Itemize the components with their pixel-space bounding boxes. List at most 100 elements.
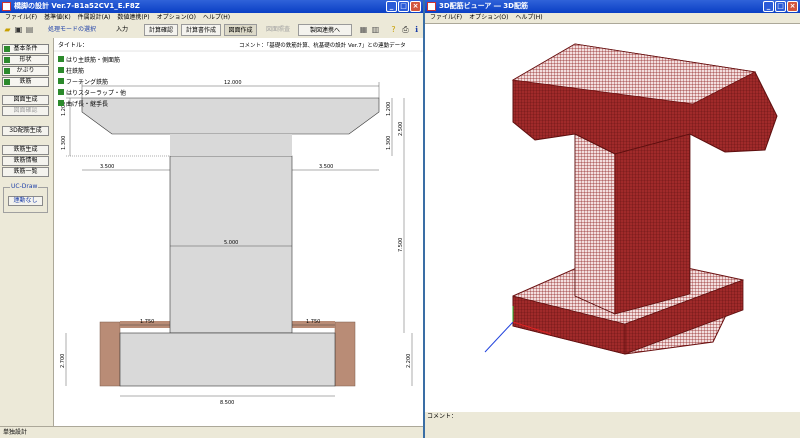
beam-shape <box>81 97 380 135</box>
maximize-button[interactable]: □ <box>398 1 409 12</box>
dim-column-width: 5.000 <box>224 240 238 246</box>
help-bulb-icon[interactable]: ? <box>389 25 398 35</box>
pier-drawing: タイトル： コメント：「基礎の鉄筋計算、杭基礎の設計 Ver.7」との連動データ <box>54 41 423 406</box>
layer-check-icon[interactable] <box>58 78 64 84</box>
viewer-statusbar: コメント： <box>425 412 800 438</box>
design-window-titlebar: 橋脚の設計 Ver.7-B1a52CV1_E.F8Z _ □ × <box>0 0 423 13</box>
menu-linkage[interactable]: 数値連携(P) <box>117 13 149 23</box>
viewer-minimize-button[interactable]: _ <box>763 1 774 12</box>
design-statusbar: 単独設計 <box>0 426 423 438</box>
rebar-3d-model <box>484 43 778 355</box>
column-top-fill <box>170 134 292 156</box>
input-button[interactable]: 入力 <box>110 24 134 36</box>
design-window: 橋脚の設計 Ver.7-B1a52CV1_E.F8Z _ □ × ファイル(F)… <box>0 0 423 438</box>
check-cover[interactable]: かぶり <box>2 66 49 76</box>
calc-confirm-button[interactable]: 計算確認 <box>144 24 178 36</box>
checked-icon <box>4 68 10 74</box>
menu-help[interactable]: ヘルプ(H) <box>203 13 230 23</box>
soil-right <box>334 321 356 387</box>
dim-footing-width: 8.500 <box>220 400 234 406</box>
export-icon[interactable]: ⎙ <box>401 25 410 35</box>
z-axis-line <box>484 321 514 353</box>
copy-icon[interactable]: ▦ <box>359 25 368 35</box>
checked-icon <box>4 57 10 63</box>
dim-overhang-right: 3.500 <box>319 164 333 170</box>
drawing-check-button[interactable]: 図面照査 <box>261 24 295 36</box>
viewer-menu-file[interactable]: ファイル(F) <box>430 13 462 23</box>
side-panel: 基本条件 形状 かぶり 鉄筋 図面生成 図面確認 3D配筋生成 鉄筋生成 鉄筋情… <box>0 38 54 427</box>
rebar-generate-button[interactable]: 鉄筋生成 <box>2 145 49 155</box>
comment-text: コメント：「基礎の鉄筋計算、杭基礎の設計 Ver.7」との連動データ <box>239 41 406 49</box>
ucdraw-link-button[interactable]: 連動なし <box>8 196 43 206</box>
dim-overhang-left: 3.500 <box>100 164 114 170</box>
layer-bend[interactable]: 曲げ長・継手長 <box>66 100 108 108</box>
layer-check-icon[interactable] <box>58 100 64 106</box>
minimize-button[interactable]: _ <box>386 1 397 12</box>
print-icon[interactable]: ▤ <box>25 25 34 35</box>
design-toolbar: ▰ ▣ ▤ 処理モードの選択 入力 計算確認 計算書作成 図面作成 図面照査 製… <box>0 23 423 39</box>
info-icon[interactable]: ℹ <box>412 25 421 35</box>
layer-check-icon[interactable] <box>58 56 64 62</box>
ucdraw-group-label: UC-Draw <box>10 183 39 190</box>
dim-beam-total: 2.500 <box>398 122 404 136</box>
check-shape[interactable]: 形状 <box>2 55 49 65</box>
save-icon[interactable]: ▣ <box>14 25 23 35</box>
ucdraw-group: UC-Draw 連動なし <box>3 183 48 213</box>
viewer-menubar: ファイル(F) オプション(O) ヘルプ(H) <box>425 13 800 23</box>
rebar-3d-generate-button[interactable]: 3D配筋生成 <box>2 126 49 136</box>
viewer-title: 3D配筋ビューア ― 3D配筋 <box>439 2 528 10</box>
3d-viewport[interactable] <box>425 23 800 413</box>
column-front-face <box>574 133 616 315</box>
linkage-button[interactable]: 製図連携へ <box>298 24 352 36</box>
dim-column-height: 7.500 <box>398 238 404 252</box>
drawing-button[interactable]: 図面作成 <box>224 24 257 36</box>
menu-option[interactable]: オプション(O) <box>157 13 196 23</box>
open-folder-icon[interactable]: ▰ <box>3 25 12 35</box>
viewer-close-button[interactable]: × <box>787 1 798 12</box>
rebar-list-button[interactable]: 鉄筋一覧 <box>2 167 49 177</box>
status-text: 単独設計 <box>3 429 28 436</box>
dim-beam-h2: 1.300 <box>61 136 67 150</box>
title-label: タイトル： <box>58 41 88 49</box>
menu-standard[interactable]: 基準値(K) <box>44 13 71 23</box>
viewer-app-icon <box>427 2 436 11</box>
check-basic-conditions[interactable]: 基本条件 <box>2 44 49 54</box>
drawing-generate-button[interactable]: 図面生成 <box>2 95 49 105</box>
checked-icon <box>4 46 10 52</box>
dim-beam-right2: 1.300 <box>386 136 392 150</box>
soil-left <box>99 321 121 387</box>
layer-beam-main[interactable]: はり主鉄筋・側面筋 <box>66 56 120 64</box>
layer-check-icon[interactable] <box>58 67 64 73</box>
design-window-title: 橋脚の設計 Ver.7-B1a52CV1_E.F8Z <box>14 2 140 10</box>
viewer-window: 3D配筋ビューア ― 3D配筋 _ □ × ファイル(F) オプション(O) ヘ… <box>425 0 800 438</box>
layer-column[interactable]: 柱鉄筋 <box>66 67 84 75</box>
dim-footing-left: 1.750 <box>140 319 154 325</box>
layer-footing[interactable]: フーチング鉄筋 <box>66 78 108 86</box>
close-button[interactable]: × <box>410 1 421 12</box>
check-rebar[interactable]: 鉄筋 <box>2 77 49 87</box>
drawing-area[interactable]: タイトル： コメント：「基礎の鉄筋計算、杭基礎の設計 Ver.7」との連動データ <box>54 38 423 428</box>
menu-file[interactable]: ファイル(F) <box>5 13 37 23</box>
dim-footing-right: 1.750 <box>306 319 320 325</box>
mode-select-button[interactable]: 処理モードの選択 <box>40 24 104 36</box>
viewer-maximize-button[interactable]: □ <box>775 1 786 12</box>
viewer-menu-help[interactable]: ヘルプ(H) <box>515 13 542 23</box>
viewer-menu-option[interactable]: オプション(O) <box>469 13 508 23</box>
menu-attached[interactable]: 件属設計(A) <box>78 13 111 23</box>
dim-beam-right1: 1.200 <box>386 102 392 116</box>
footing-shape <box>119 332 336 387</box>
dim-footing-height-right: 2.200 <box>406 354 412 368</box>
viewer-titlebar: 3D配筋ビューア ― 3D配筋 _ □ × <box>425 0 800 13</box>
rebar-info-button[interactable]: 鉄筋情報 <box>2 156 49 166</box>
viewer-status-label: コメント： <box>427 413 458 420</box>
layer-check-icon[interactable] <box>58 89 64 95</box>
design-menubar: ファイル(F) 基準値(K) 件属設計(A) 数値連携(P) オプション(O) … <box>0 13 423 23</box>
dim-footing-height-left: 2.700 <box>60 354 66 368</box>
report-button[interactable]: 計算書作成 <box>181 24 221 36</box>
drawing-confirm-button[interactable]: 図面確認 <box>2 106 49 116</box>
layer-stirrup[interactable]: はりスターラップ・他 <box>66 89 126 97</box>
dim-top-width: 12.000 <box>224 80 242 86</box>
checked-icon <box>4 79 10 85</box>
app-icon <box>2 2 11 11</box>
calc-icon[interactable]: ▥ <box>371 25 380 35</box>
